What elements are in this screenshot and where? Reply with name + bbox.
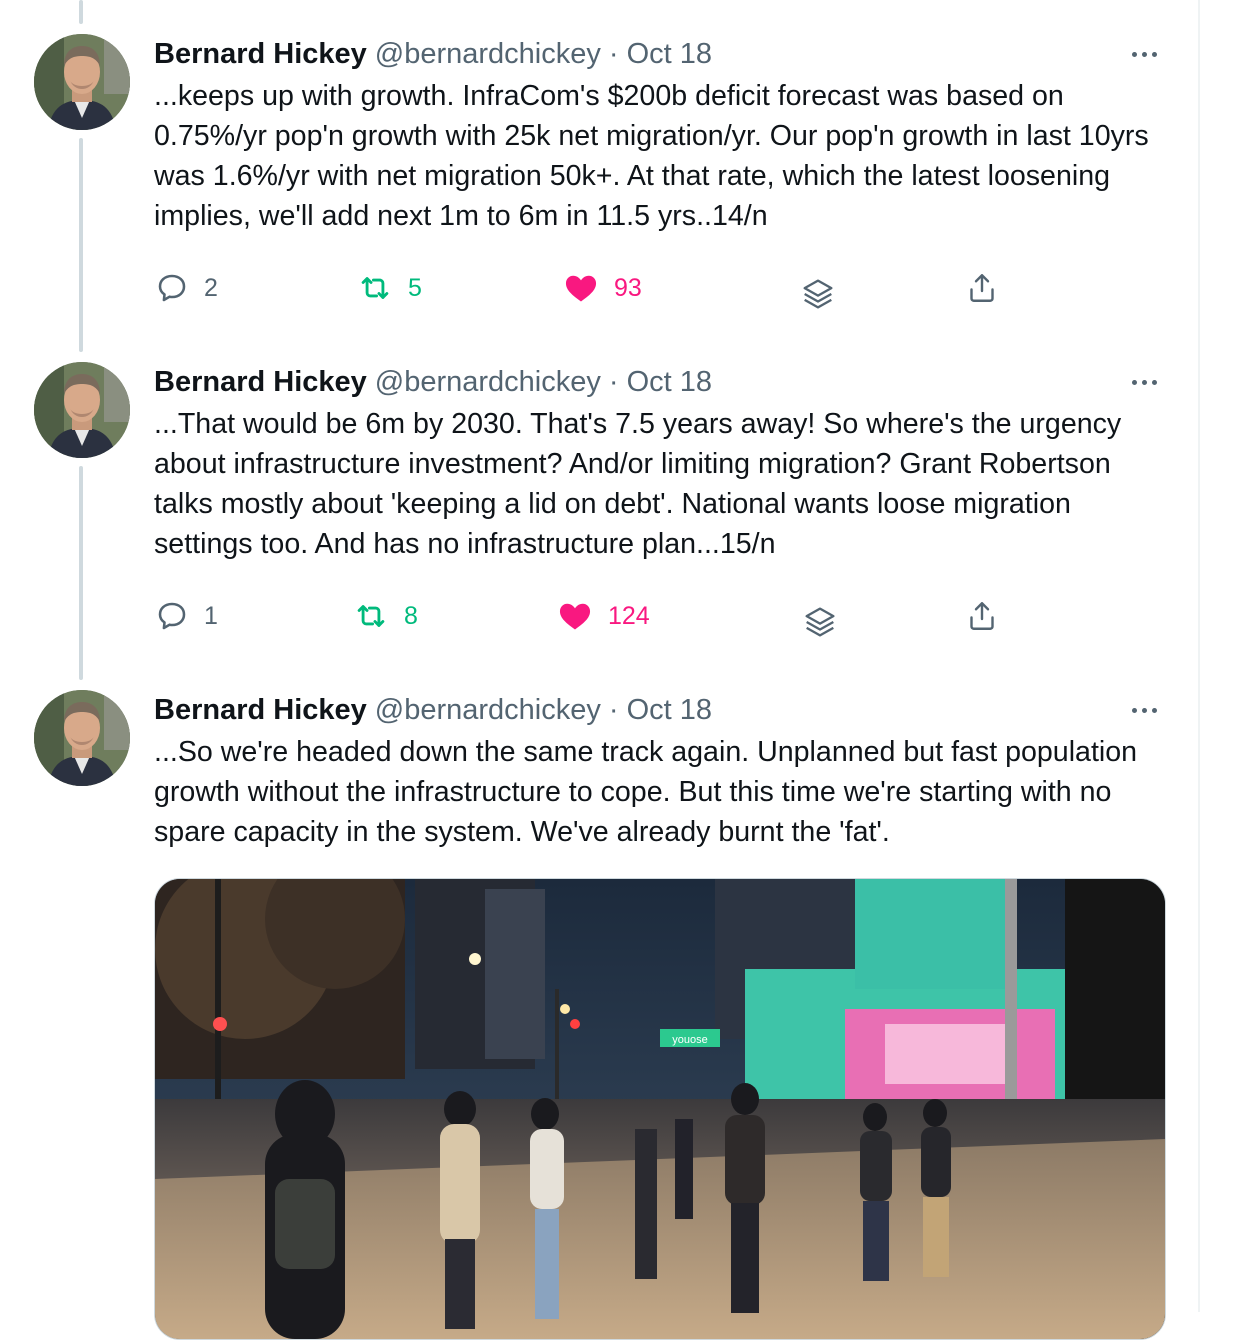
- author-handle[interactable]: @bernardchickey: [375, 366, 601, 399]
- reply-bubble-icon: [158, 602, 186, 630]
- tweet-date[interactable]: Oct 18: [627, 694, 712, 727]
- retweet-icon: [357, 605, 385, 627]
- tweet-header: Bernard Hickey @bernardchickey · Oct 18: [154, 362, 712, 402]
- reply-count: 2: [204, 273, 218, 302]
- layers-icon: [805, 607, 835, 637]
- heart-icon: [559, 603, 591, 630]
- retweet-button[interactable]: 5: [356, 268, 422, 308]
- reply-count: 1: [204, 601, 218, 630]
- author-name[interactable]: Bernard Hickey: [154, 38, 367, 71]
- avatar[interactable]: [34, 34, 130, 130]
- tweet-header: Bernard Hickey @bernardchickey · Oct 18: [154, 690, 712, 730]
- reply-bubble-icon: [158, 274, 186, 302]
- like-button[interactable]: 124: [556, 596, 650, 636]
- tweet-header: Bernard Hickey @bernardchickey · Oct 18: [154, 34, 712, 74]
- share-button[interactable]: [964, 268, 1000, 308]
- retweet-button[interactable]: 8: [352, 596, 418, 636]
- tweet-photo[interactable]: youose: [154, 878, 1166, 1340]
- tweet[interactable]: Bernard Hickey @bernardchickey · Oct 18 …: [0, 34, 1198, 334]
- thread-line: [79, 0, 83, 24]
- tweet-text: ...That would be 6m by 2030. That's 7.5 …: [154, 408, 1122, 560]
- author-handle[interactable]: @bernardchickey: [375, 694, 601, 727]
- tweet-actions: 1 8 124: [154, 596, 1054, 637]
- timeline-right-border: [1198, 0, 1200, 1312]
- share-upload-icon: [970, 274, 994, 302]
- avatar[interactable]: [34, 690, 130, 786]
- retweet-icon: [361, 277, 389, 299]
- like-button[interactable]: 93: [562, 268, 642, 308]
- separator-dot: ·: [608, 37, 619, 70]
- retweet-count: 8: [404, 601, 418, 630]
- tweet-date[interactable]: Oct 18: [627, 38, 712, 71]
- heart-icon: [565, 275, 597, 302]
- more-dots-icon[interactable]: [1124, 42, 1164, 66]
- like-count: 93: [614, 273, 642, 302]
- tweet-actions: 2 5 93: [154, 268, 1054, 309]
- layers-button[interactable]: [798, 274, 838, 314]
- separator-dot: ·: [608, 365, 619, 398]
- tweet-text: ...So we're headed down the same track a…: [154, 736, 1138, 848]
- tweet-date[interactable]: Oct 18: [627, 366, 712, 399]
- tweet[interactable]: Bernard Hickey @bernardchickey · Oct 18 …: [0, 362, 1198, 662]
- layers-button[interactable]: [800, 602, 840, 642]
- separator-dot: ·: [608, 693, 619, 726]
- author-name[interactable]: Bernard Hickey: [154, 694, 367, 727]
- share-button[interactable]: [964, 596, 1000, 636]
- share-upload-icon: [970, 602, 994, 630]
- reply-button[interactable]: 2: [154, 268, 218, 308]
- reply-button[interactable]: 1: [154, 596, 218, 636]
- sign-text: youose: [672, 1034, 707, 1046]
- retweet-count: 5: [408, 273, 422, 302]
- more-dots-icon[interactable]: [1124, 698, 1164, 722]
- tweet-text: ...keeps up with growth. InfraCom's $200…: [154, 80, 1149, 232]
- avatar[interactable]: [34, 362, 130, 458]
- layers-icon: [803, 279, 833, 309]
- author-handle[interactable]: @bernardchickey: [375, 38, 601, 71]
- author-name[interactable]: Bernard Hickey: [154, 366, 367, 399]
- like-count: 124: [608, 601, 650, 630]
- more-dots-icon[interactable]: [1124, 370, 1164, 394]
